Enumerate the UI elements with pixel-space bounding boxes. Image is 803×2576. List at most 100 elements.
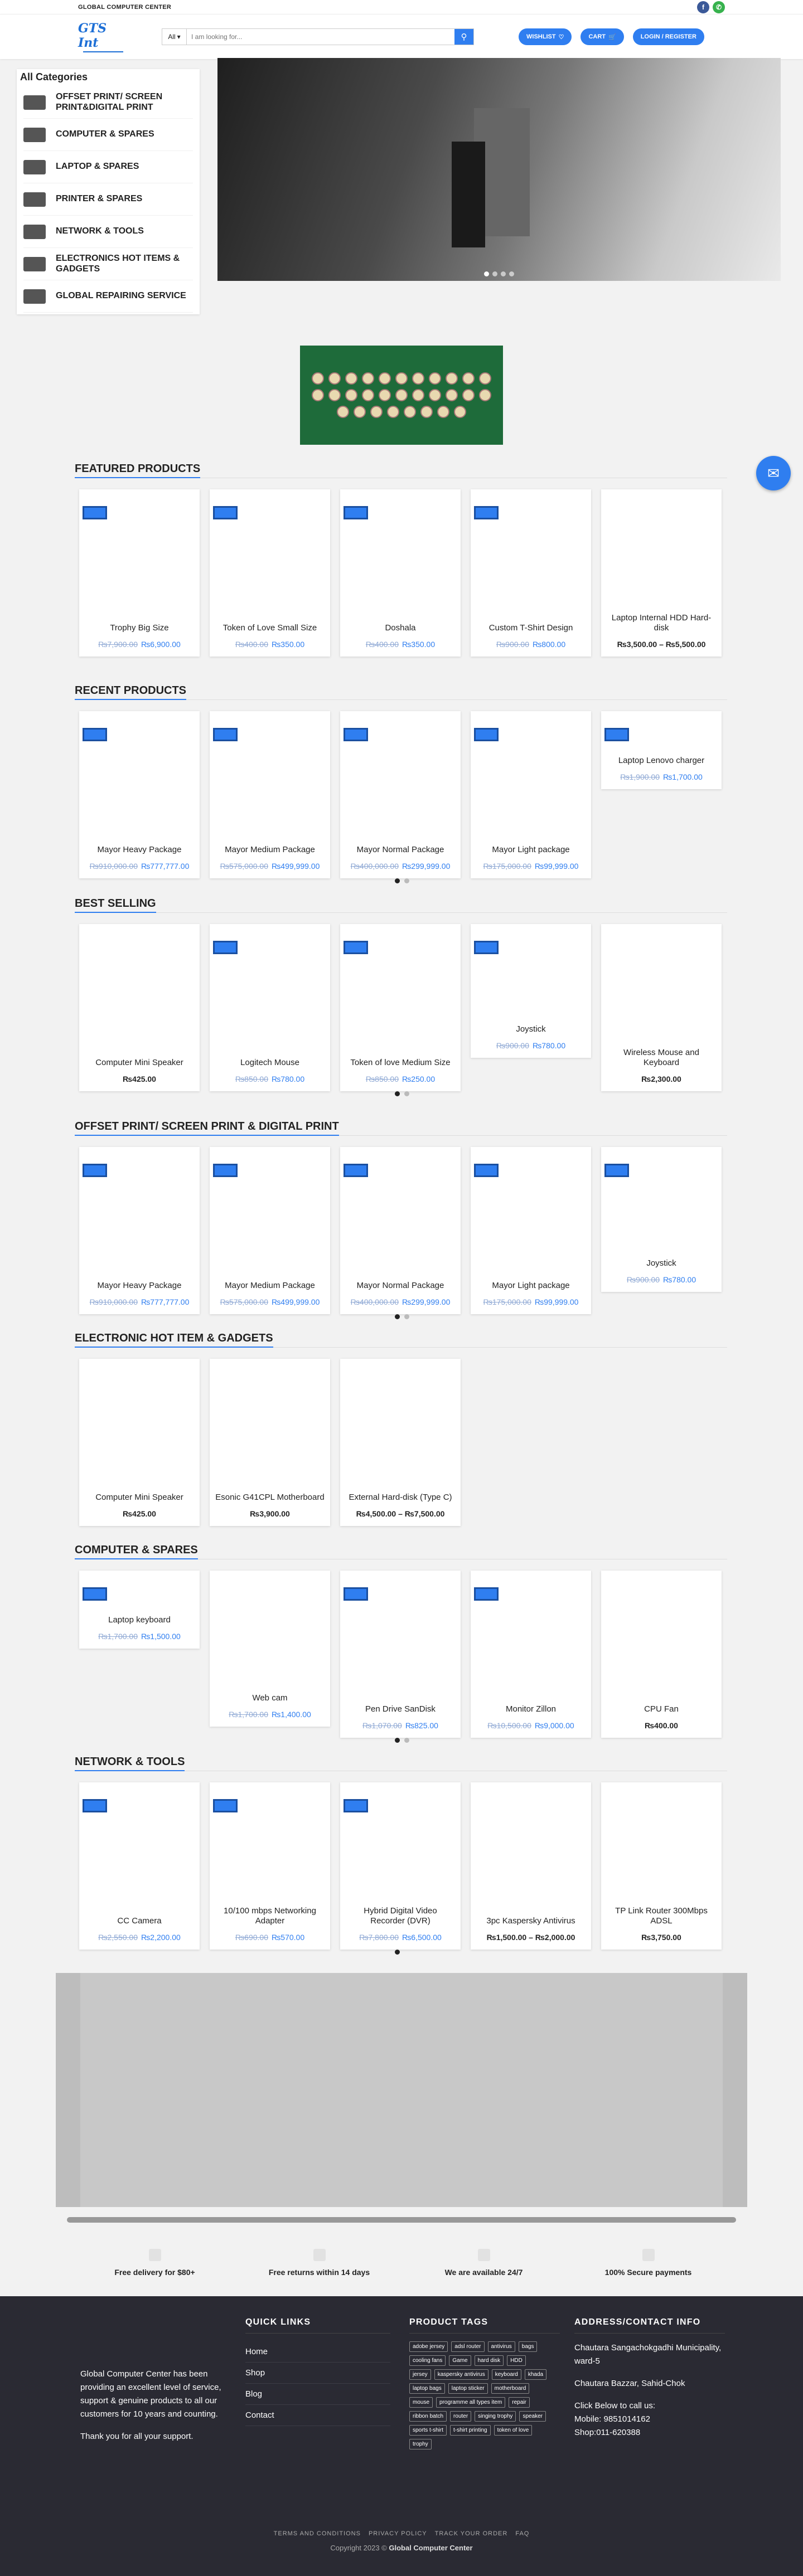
- product-tag[interactable]: adobe jersey: [409, 2341, 448, 2352]
- product-card[interactable]: Mayor Heavy Package ₨910,000.00 ₨777,777.0…: [79, 1147, 200, 1314]
- product-tag[interactable]: trophy: [409, 2439, 432, 2449]
- product-card[interactable]: Custom T-Shirt Design ₨900.00 ₨800.00: [471, 489, 591, 657]
- product-name[interactable]: Laptop keyboard: [103, 1615, 176, 1625]
- product-tag[interactable]: repair: [509, 2397, 530, 2408]
- product-name[interactable]: Mayor Light package: [486, 845, 575, 855]
- hero-slider[interactable]: [217, 58, 781, 281]
- product-name[interactable]: Hybrid Digital Video Recorder (DVR): [340, 1906, 461, 1926]
- mobile-number[interactable]: Mobile: 9851014162: [574, 2413, 725, 2426]
- site-logo[interactable]: GTS Int: [78, 21, 128, 52]
- product-card[interactable]: 3pc Kaspersky Antivirus ₨1,500.00 – ₨2,00…: [471, 1782, 591, 1950]
- product-tag[interactable]: router: [450, 2411, 472, 2422]
- product-card[interactable]: Trophy Big Size ₨7,900.00 ₨6,900.00: [79, 489, 200, 657]
- product-name[interactable]: Mayor Normal Package: [351, 845, 450, 855]
- messenger-chat-button[interactable]: ✉: [756, 456, 791, 490]
- wishlist-button[interactable]: Wishlist ♡: [519, 28, 572, 45]
- product-tag[interactable]: speaker: [519, 2411, 546, 2422]
- product-card[interactable]: Esonic G41CPL Motherboard ₨3,900.00: [210, 1359, 330, 1526]
- product-name[interactable]: Token of love Medium Size: [345, 1058, 456, 1068]
- login-register-button[interactable]: Login / Register: [632, 28, 704, 45]
- pager-dot[interactable]: [395, 1091, 400, 1096]
- category-item[interactable]: PRINTER & SPARES: [23, 183, 193, 216]
- product-name[interactable]: External Hard-disk (Type C): [343, 1493, 457, 1503]
- product-tag[interactable]: sports t-shirt: [409, 2425, 447, 2436]
- product-name[interactable]: 10/100 mbps Networking Adapter: [210, 1906, 330, 1926]
- product-card[interactable]: Laptop Lenovo charger ₨1,900.00 ₨1,700.00: [601, 711, 722, 789]
- product-card[interactable]: Laptop keyboard ₨1,700.00 ₨1,500.00: [79, 1571, 200, 1649]
- bottom-link[interactable]: FAQ: [515, 2530, 529, 2537]
- product-name[interactable]: Joystick: [510, 1024, 551, 1034]
- bottom-link[interactable]: TRACK YOUR ORDER: [435, 2530, 508, 2537]
- product-tag[interactable]: antivirus: [487, 2341, 515, 2352]
- product-name[interactable]: Pen Drive SanDisk: [360, 1704, 441, 1714]
- product-name[interactable]: Laptop Internal HDD Hard-disk: [601, 613, 722, 633]
- product-tag[interactable]: cooling fans: [409, 2355, 446, 2366]
- product-name[interactable]: Trophy Big Size: [104, 623, 174, 633]
- product-tag[interactable]: t-shirt printing: [450, 2425, 491, 2436]
- footer-link-shop[interactable]: Shop: [245, 2363, 390, 2384]
- product-name[interactable]: Mayor Heavy Package: [92, 1281, 187, 1291]
- product-name[interactable]: Computer Mini Speaker: [90, 1493, 189, 1503]
- product-name[interactable]: Mayor Heavy Package: [92, 845, 187, 855]
- pager-dot[interactable]: [395, 1950, 400, 1955]
- bottom-link[interactable]: TERMS AND CONDITIONS: [274, 2530, 361, 2537]
- product-name[interactable]: Monitor Zillon: [500, 1704, 562, 1714]
- category-item[interactable]: ELECTRONICS HOT ITEMS & GADGETS: [23, 248, 193, 280]
- product-name[interactable]: Web cam: [246, 1693, 293, 1703]
- product-card[interactable]: Joystick ₨900.00 ₨780.00: [471, 924, 591, 1058]
- category-item[interactable]: GLOBAL REPAIRING SERVICE: [23, 280, 193, 313]
- product-card[interactable]: External Hard-disk (Type C) ₨4,500.00 – ₨…: [340, 1359, 461, 1526]
- product-name[interactable]: Laptop Lenovo charger: [613, 756, 710, 766]
- product-name[interactable]: Joystick: [641, 1258, 681, 1268]
- product-card[interactable]: Logitech Mouse ₨850.00 ₨780.00: [210, 924, 330, 1091]
- product-card[interactable]: Wireless Mouse and Keyboard ₨2,300.00: [601, 924, 722, 1091]
- search-button[interactable]: ⚲: [454, 29, 473, 45]
- pager-dot[interactable]: [395, 1738, 400, 1743]
- product-tag[interactable]: Game: [449, 2355, 471, 2366]
- product-tag[interactable]: hard disk: [474, 2355, 504, 2366]
- product-card[interactable]: Mayor Medium Package ₨575,000.00 ₨499,999.…: [210, 1147, 330, 1314]
- product-tag[interactable]: laptop sticker: [448, 2383, 488, 2394]
- slider-dot[interactable]: [509, 271, 514, 276]
- product-name[interactable]: Logitech Mouse: [235, 1058, 305, 1068]
- product-tag[interactable]: mouse: [409, 2397, 433, 2408]
- slider-dot[interactable]: [492, 271, 497, 276]
- footer-link-contact[interactable]: Contact: [245, 2405, 390, 2426]
- category-item[interactable]: COMPUTER & SPARES: [23, 119, 193, 151]
- product-card[interactable]: Hybrid Digital Video Recorder (DVR) ₨7,80…: [340, 1782, 461, 1950]
- facebook-icon[interactable]: f: [697, 1, 709, 13]
- product-card[interactable]: CPU Fan ₨400.00: [601, 1571, 722, 1738]
- footer-link-blog[interactable]: Blog: [245, 2384, 390, 2405]
- product-card[interactable]: Computer Mini Speaker ₨425.00: [79, 924, 200, 1091]
- product-tag[interactable]: laptop bags: [409, 2383, 445, 2394]
- product-card[interactable]: Computer Mini Speaker ₨425.00: [79, 1359, 200, 1526]
- search-category-select[interactable]: All ▾: [162, 29, 187, 45]
- product-card[interactable]: Pen Drive SanDisk ₨1,070.00 ₨825.00: [340, 1571, 461, 1738]
- product-tag[interactable]: khada: [524, 2369, 547, 2380]
- slider-dot[interactable]: [501, 271, 506, 276]
- product-tag[interactable]: motherboard: [491, 2383, 530, 2394]
- product-name[interactable]: CPU Fan: [638, 1704, 684, 1714]
- slider-dot[interactable]: [484, 271, 489, 276]
- footer-link-home[interactable]: Home: [245, 2341, 390, 2363]
- category-item[interactable]: OFFSET PRINT/ SCREEN PRINT&DIGITAL PRINT: [23, 86, 193, 119]
- product-card[interactable]: Mayor Heavy Package ₨910,000.00 ₨777,777.0…: [79, 711, 200, 878]
- product-card[interactable]: Laptop Internal HDD Hard-disk ₨3,500.00 –…: [601, 489, 722, 657]
- product-name[interactable]: Mayor Light package: [486, 1281, 575, 1291]
- product-name[interactable]: 3pc Kaspersky Antivirus: [481, 1916, 581, 1926]
- pager-dot[interactable]: [404, 1091, 409, 1096]
- product-name[interactable]: Token of Love Small Size: [217, 623, 322, 633]
- product-tag[interactable]: jersey: [409, 2369, 431, 2380]
- product-tag[interactable]: token of love: [494, 2425, 533, 2436]
- product-name[interactable]: Wireless Mouse and Keyboard: [601, 1048, 722, 1068]
- product-tag[interactable]: keyboard: [491, 2369, 521, 2380]
- product-name[interactable]: Custom T-Shirt Design: [483, 623, 579, 633]
- product-card[interactable]: Web cam ₨1,700.00 ₨1,400.00: [210, 1571, 330, 1727]
- search-input[interactable]: [187, 29, 454, 45]
- pager-dot[interactable]: [404, 1738, 409, 1743]
- pager-dot[interactable]: [395, 1314, 400, 1319]
- product-card[interactable]: Joystick ₨900.00 ₨780.00: [601, 1147, 722, 1292]
- product-card[interactable]: Token of love Medium Size ₨850.00 ₨250.00: [340, 924, 461, 1091]
- product-name[interactable]: CC Camera: [112, 1916, 167, 1926]
- pager-dot[interactable]: [404, 1314, 409, 1319]
